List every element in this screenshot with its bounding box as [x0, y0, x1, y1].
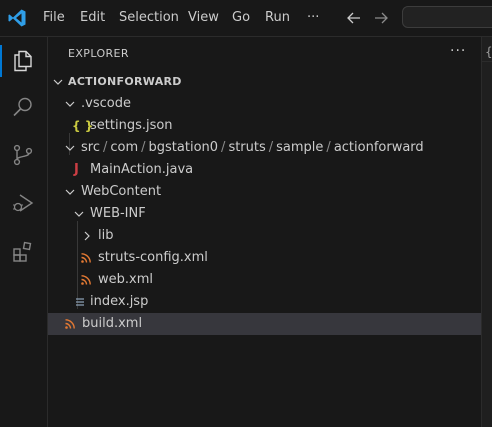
- path-segment: com: [110, 140, 139, 155]
- menu-file[interactable]: File: [43, 9, 65, 27]
- tree-row-webcontent[interactable]: WebContent: [48, 181, 481, 203]
- explorer-title: EXPLORER: [68, 47, 129, 60]
- folder-label: .vscode: [81, 96, 131, 111]
- folder-label: WebContent: [81, 184, 162, 199]
- tree-row-vscode[interactable]: .vscode: [48, 93, 481, 115]
- xml-file-icon: [81, 253, 91, 263]
- explorer-more-button[interactable]: ···: [450, 43, 466, 59]
- file-label: settings.json: [90, 118, 173, 133]
- xml-file-icon: [65, 319, 75, 329]
- path-segment: sample: [276, 140, 324, 155]
- file-label: web.xml: [98, 272, 153, 287]
- tree-row-mainaction-java[interactable]: J MainAction.java: [48, 159, 481, 181]
- file-label: build.xml: [82, 316, 143, 331]
- command-center-search[interactable]: [402, 6, 492, 28]
- editor-area[interactable]: {: [481, 37, 492, 427]
- tree-row-root[interactable]: ACTIONFORWARD: [48, 71, 481, 93]
- vscode-logo-icon: [8, 9, 26, 27]
- menu-run[interactable]: Run: [265, 9, 290, 27]
- tree-row-settings-json[interactable]: { } settings.json: [48, 115, 481, 137]
- xml-file-icon: [81, 275, 91, 285]
- chevron-down-icon: [53, 79, 63, 85]
- tree-row-src-path[interactable]: src / com / bgstation0/struts / sample / actionf…: [48, 137, 481, 159]
- menu-edit[interactable]: Edit: [80, 9, 105, 27]
- chevron-down-icon: [65, 189, 75, 195]
- editor-tab-peek: {: [485, 45, 492, 59]
- compact-folder-path: src / com / bgstation0/struts / sample / actionf…: [81, 140, 424, 155]
- path-segment: src: [81, 140, 100, 155]
- file-label: struts-config.xml: [98, 250, 208, 265]
- menu-view[interactable]: View: [188, 9, 219, 27]
- run-debug-icon[interactable]: [11, 191, 35, 215]
- explorer-sidebar: EXPLORER ··· ACTIONFORWARD .vscode { } s…: [48, 37, 481, 427]
- tree-row-build-xml[interactable]: build.xml: [48, 313, 481, 335]
- divider: [482, 61, 492, 62]
- folder-label: WEB-INF: [90, 206, 146, 221]
- tree-row-lib[interactable]: lib: [48, 225, 481, 247]
- title-bar: File Edit Selection View Go Run ···: [0, 0, 492, 37]
- path-segment: bgstation0: [148, 140, 219, 155]
- folder-label: lib: [98, 228, 114, 243]
- active-indicator: [0, 45, 2, 77]
- files-icon[interactable]: [11, 49, 35, 73]
- chevron-down-icon: [74, 211, 84, 217]
- tree-row-web-inf[interactable]: WEB-INF: [48, 203, 481, 225]
- tree-row-web-xml[interactable]: web.xml: [48, 269, 481, 291]
- source-control-icon[interactable]: [11, 143, 35, 167]
- arrow-right-icon[interactable]: [372, 9, 390, 27]
- extensions-icon[interactable]: [11, 240, 35, 264]
- arrow-left-icon[interactable]: [345, 9, 363, 27]
- path-segment: actionforward: [333, 140, 424, 155]
- tree-row-index-jsp[interactable]: index.jsp: [48, 291, 481, 313]
- tree-row-struts-config-xml[interactable]: struts-config.xml: [48, 247, 481, 269]
- activity-bar: [0, 37, 48, 427]
- file-label: index.jsp: [90, 294, 149, 309]
- path-segment: struts: [228, 140, 266, 155]
- file-label: MainAction.java: [90, 162, 194, 177]
- menu-selection[interactable]: Selection: [119, 9, 179, 27]
- lines-file-icon: [76, 298, 84, 306]
- workspace-root-label: ACTIONFORWARD: [68, 75, 182, 88]
- search-icon[interactable]: [11, 95, 35, 119]
- menu-more[interactable]: ···: [307, 9, 319, 27]
- chevron-right-icon: [84, 231, 90, 241]
- chevron-down-icon: [65, 145, 75, 151]
- java-file-icon: J: [74, 162, 79, 177]
- chevron-down-icon: [65, 101, 75, 107]
- menu-go[interactable]: Go: [232, 9, 250, 27]
